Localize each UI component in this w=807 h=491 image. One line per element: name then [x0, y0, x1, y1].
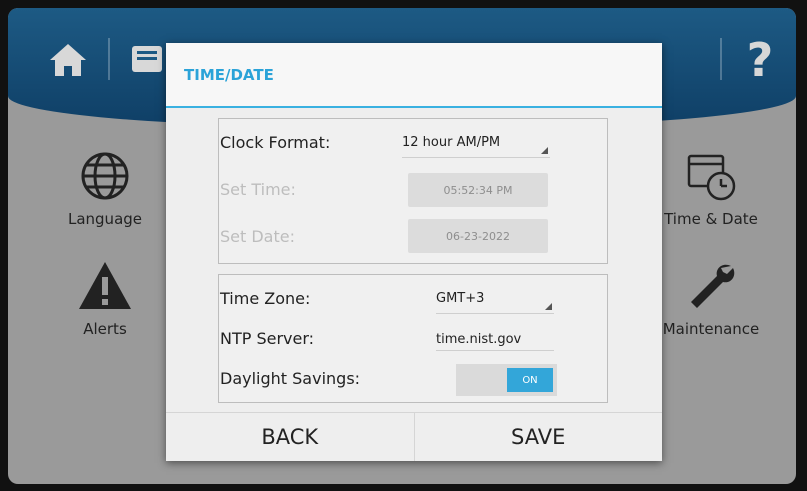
daylight-savings-toggle[interactable]: ON — [456, 364, 557, 396]
dropdown-arrow-icon — [545, 303, 552, 310]
time-date-dialog: TIME/DATE Clock Format: 12 hour AM/PM Se… — [166, 43, 662, 461]
clock-format-dropdown[interactable]: 12 hour AM/PM — [402, 135, 550, 158]
time-date-menu-item[interactable]: Time & Date — [656, 148, 766, 228]
set-date-button[interactable]: 06-23-2022 — [408, 219, 548, 253]
nav-divider — [720, 38, 722, 80]
time-zone-dropdown[interactable]: GMT+3 — [436, 291, 554, 314]
ntp-server-input[interactable]: time.nist.gov — [436, 332, 554, 351]
nav-divider — [108, 38, 110, 80]
display-icon[interactable] — [124, 36, 172, 84]
set-date-label: Set Date: — [220, 227, 295, 246]
set-time-value: 05:52:34 PM — [443, 183, 513, 197]
help-glyph: ? — [746, 33, 774, 87]
dialog-footer: BACK SAVE — [166, 412, 662, 461]
time-zone-value: GMT+3 — [436, 291, 485, 306]
save-button[interactable]: SAVE — [413, 413, 663, 461]
warning-icon — [50, 258, 160, 314]
time-date-label: Time & Date — [664, 210, 758, 228]
language-menu-item[interactable]: Language — [50, 148, 160, 228]
alerts-menu-item[interactable]: Alerts — [50, 258, 160, 338]
clock-format-value: 12 hour AM/PM — [402, 135, 501, 150]
daylight-savings-label: Daylight Savings: — [220, 369, 361, 388]
dialog-header: TIME/DATE — [166, 43, 662, 108]
wrench-icon — [656, 258, 766, 314]
maintenance-menu-item[interactable]: Maintenance — [656, 258, 766, 338]
alerts-label: Alerts — [83, 320, 127, 338]
home-icon[interactable] — [44, 36, 92, 84]
toggle-on-indicator: ON — [507, 368, 553, 392]
maintenance-label: Maintenance — [662, 320, 760, 338]
time-zone-label: Time Zone: — [220, 289, 311, 308]
dropdown-arrow-icon — [541, 147, 548, 154]
ntp-server-label: NTP Server: — [220, 329, 315, 348]
language-label: Language — [67, 210, 143, 228]
clock-format-label: Clock Format: — [220, 133, 331, 152]
help-icon[interactable]: ? — [736, 33, 784, 87]
calendar-clock-icon — [656, 148, 766, 204]
set-time-label: Set Time: — [220, 180, 296, 199]
set-time-button[interactable]: 05:52:34 PM — [408, 173, 548, 207]
device-screen: ? Language Alerts Time & Date Maintenanc… — [8, 8, 796, 484]
set-date-value: 06-23-2022 — [446, 229, 510, 243]
dialog-title: TIME/DATE — [184, 65, 274, 84]
globe-icon — [50, 148, 160, 204]
back-button[interactable]: BACK — [166, 413, 414, 461]
